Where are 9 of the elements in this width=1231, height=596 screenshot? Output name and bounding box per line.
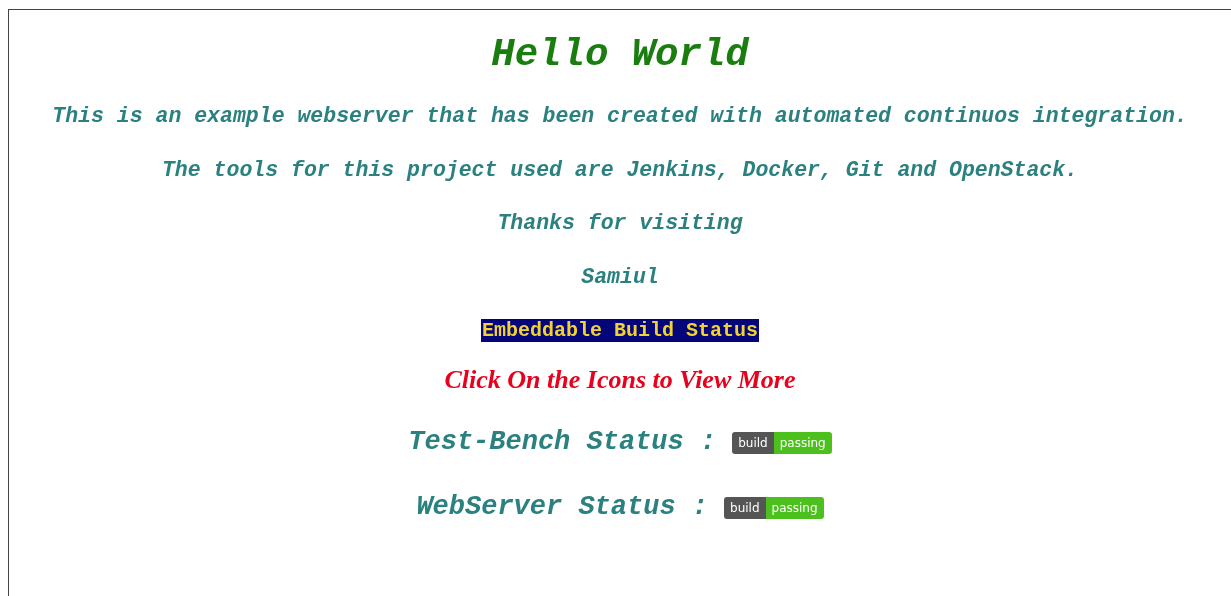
status-label: WebServer Status : — [416, 494, 709, 521]
paragraph: This is an example webserver that has been created with automated continuos integration. — [52, 106, 1188, 128]
status-label: Test-Bench Status : — [408, 429, 717, 456]
hint-text: Click On the Icons to View More — [444, 367, 796, 393]
banner-heading: Embeddable Build Status — [480, 319, 759, 342]
paragraph: The tools for this project used are Jenkins, Docker, Git and OpenStack. — [161, 159, 1079, 181]
paragraph: Thanks for visiting — [497, 213, 743, 235]
page-heading: Hello World — [491, 36, 749, 75]
paragraph: Samiul — [581, 266, 659, 288]
